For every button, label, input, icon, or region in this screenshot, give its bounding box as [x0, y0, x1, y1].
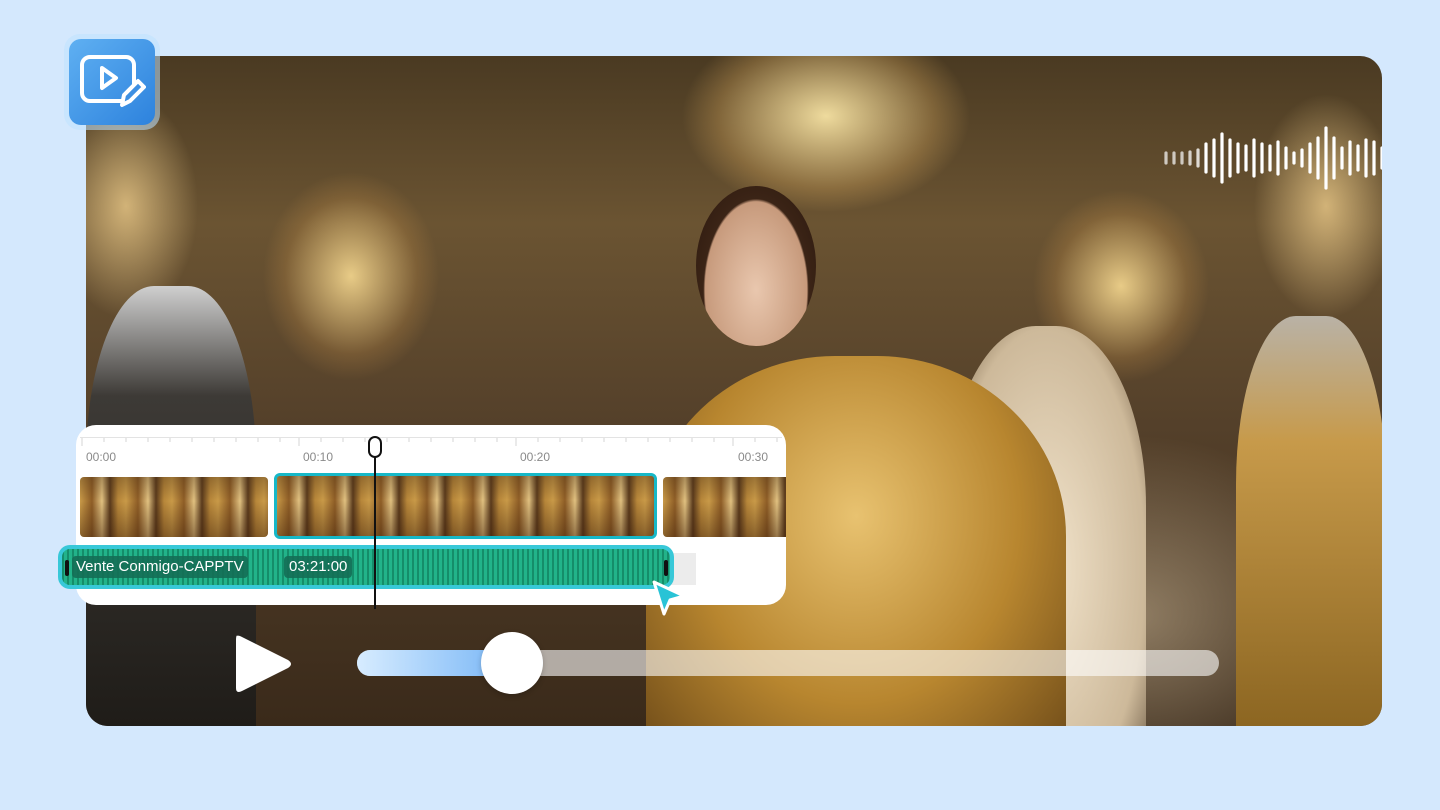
video-clip[interactable] — [663, 477, 786, 537]
timeline-ruler: 00:00 00:10 00:20 00:30 — [80, 437, 782, 466]
tick-label: 00:30 — [738, 450, 769, 464]
app-icon-tile — [69, 39, 155, 125]
app-icon-badge[interactable] — [64, 34, 160, 130]
video-figure — [1236, 316, 1382, 726]
cursor-pointer-icon — [652, 580, 686, 616]
video-clip-selected[interactable] — [274, 473, 657, 539]
page-background: 00:00 00:10 00:20 00:30 Vente Conmigo-CA… — [0, 0, 1440, 810]
tick-label: 00:10 — [303, 450, 334, 464]
audio-trim-handle-left[interactable] — [65, 560, 69, 576]
audio-clip-duration: 03:21:00 — [284, 556, 353, 578]
ruler-ticks — [81, 438, 778, 446]
progress-thumb[interactable] — [481, 632, 544, 694]
video-edit-icon — [80, 55, 146, 107]
play-icon[interactable] — [232, 632, 294, 696]
video-clip[interactable] — [80, 477, 268, 537]
video-figure — [696, 186, 816, 346]
tick-label: 00:00 — [86, 450, 117, 464]
playhead-handle[interactable] — [368, 436, 382, 458]
audio-trim-handle-right[interactable] — [664, 560, 668, 576]
audio-clip-title: Vente Conmigo-CAPPTV — [72, 556, 248, 578]
audio-waveform-icon — [1164, 126, 1382, 190]
playhead-line[interactable] — [374, 437, 376, 609]
tick-label: 00:20 — [520, 450, 551, 464]
video-preview — [86, 56, 1382, 726]
